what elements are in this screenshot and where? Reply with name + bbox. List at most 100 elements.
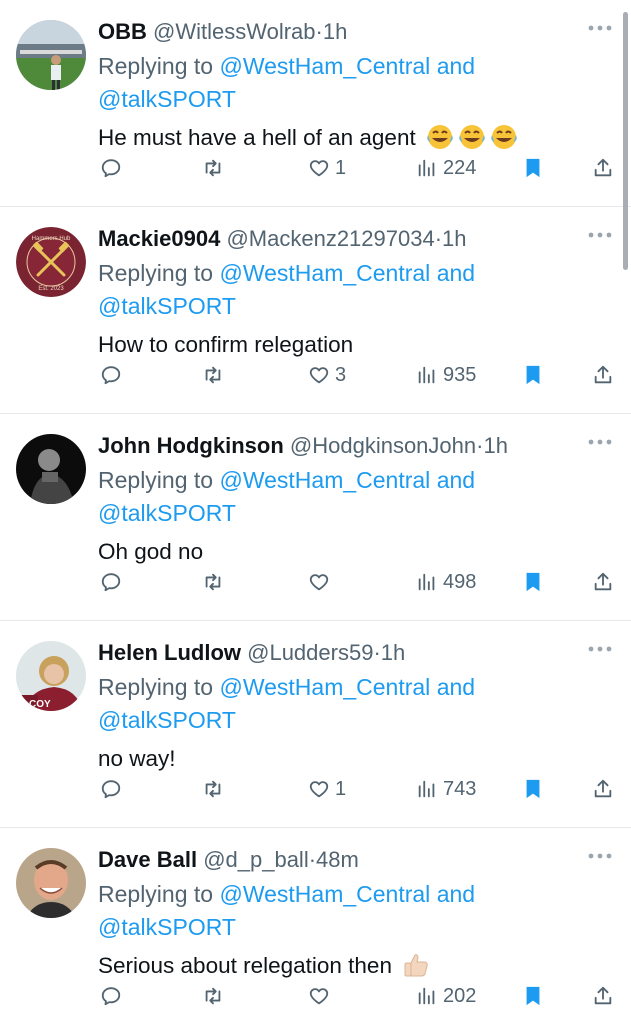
views-button[interactable]: 224 bbox=[416, 153, 476, 183]
and-others-link[interactable]: and bbox=[437, 53, 475, 79]
mention-link[interactable]: @talkSPORT bbox=[98, 293, 236, 319]
mention-link[interactable]: @talkSPORT bbox=[98, 86, 236, 112]
retweet-button[interactable] bbox=[202, 981, 224, 1011]
replying-to-label: Replying to bbox=[98, 260, 214, 286]
reply-button[interactable] bbox=[100, 567, 122, 597]
face-with-tears-of-joy-icon bbox=[490, 124, 518, 150]
share-icon bbox=[594, 779, 612, 798]
avatar[interactable]: COY bbox=[16, 641, 86, 711]
replying-to-label: Replying to bbox=[98, 881, 214, 907]
and-others-link[interactable]: and bbox=[437, 467, 475, 493]
reply-icon bbox=[101, 987, 121, 1006]
separator-dot: · bbox=[434, 226, 443, 251]
timestamp[interactable]: 1h bbox=[442, 226, 466, 251]
avatar[interactable] bbox=[16, 848, 86, 918]
mention-link[interactable]: @talkSPORT bbox=[98, 914, 236, 940]
timestamp[interactable]: 1h bbox=[483, 433, 507, 458]
scrollbar[interactable] bbox=[623, 12, 628, 270]
timestamp[interactable]: 48m bbox=[316, 847, 359, 872]
like-button[interactable]: 3 bbox=[308, 360, 346, 390]
views-button[interactable]: 743 bbox=[416, 774, 476, 804]
mention-link[interactable]: @WestHam_Central bbox=[219, 260, 430, 286]
share-icon bbox=[594, 986, 612, 1005]
share-icon bbox=[594, 572, 612, 591]
bookmark-filled-icon bbox=[526, 365, 540, 385]
like-button[interactable] bbox=[308, 567, 335, 597]
reply-button[interactable] bbox=[100, 360, 122, 390]
reply-tweet[interactable]: OBB @WitlessWolrab·1h Replying to @WestH… bbox=[0, 0, 631, 207]
more-options-icon[interactable] bbox=[587, 643, 613, 655]
avatar[interactable] bbox=[16, 20, 86, 90]
user-handle[interactable]: @HodgkinsonJohn bbox=[290, 433, 476, 458]
like-count: 1 bbox=[335, 156, 347, 179]
mention-link[interactable]: @WestHam_Central bbox=[219, 674, 430, 700]
and-others-link[interactable]: and bbox=[437, 674, 475, 700]
reply-button[interactable] bbox=[100, 774, 122, 804]
user-handle[interactable]: @d_p_ball bbox=[203, 847, 309, 872]
like-button[interactable]: 1 bbox=[308, 774, 346, 804]
face-with-tears-of-joy-icon bbox=[426, 124, 454, 150]
bookmark-button[interactable] bbox=[522, 360, 544, 390]
retweet-button[interactable] bbox=[202, 774, 224, 804]
timestamp[interactable]: 1h bbox=[381, 640, 405, 665]
reply-tweet[interactable]: John Hodgkinson @HodgkinsonJohn·1h Reply… bbox=[0, 414, 631, 621]
user-handle[interactable]: @WitlessWolrab bbox=[153, 19, 316, 44]
like-button[interactable]: 1 bbox=[308, 153, 346, 183]
avatar[interactable]: Hammers Hub Est. 2023 bbox=[16, 227, 86, 297]
bookmark-button[interactable] bbox=[522, 153, 544, 183]
views-button[interactable]: 935 bbox=[416, 360, 476, 390]
mention-link[interactable]: @WestHam_Central bbox=[219, 467, 430, 493]
bookmark-button[interactable] bbox=[522, 981, 544, 1011]
replying-to: Replying to @WestHam_Central and @talkSP… bbox=[98, 50, 611, 116]
and-others-link[interactable]: and bbox=[437, 881, 475, 907]
display-name[interactable]: Dave Ball bbox=[98, 847, 197, 872]
share-button[interactable] bbox=[592, 774, 614, 804]
replying-to-label: Replying to bbox=[98, 674, 214, 700]
mention-link[interactable]: @talkSPORT bbox=[98, 500, 236, 526]
tweet-text-content: He must have a hell of an agent bbox=[98, 125, 416, 150]
reply-tweet[interactable]: COY Helen Ludlow @Ludders59·1h Replying … bbox=[0, 621, 631, 828]
retweet-button[interactable] bbox=[202, 360, 224, 390]
share-button[interactable] bbox=[592, 981, 614, 1011]
bookmark-button[interactable] bbox=[522, 774, 544, 804]
retweet-icon bbox=[205, 573, 221, 591]
reply-tweet[interactable]: Dave Ball @d_p_ball·48m Replying to @Wes… bbox=[0, 828, 631, 1035]
view-count: 224 bbox=[443, 156, 477, 179]
bookmark-button[interactable] bbox=[522, 567, 544, 597]
like-button[interactable] bbox=[308, 981, 335, 1011]
retweet-button[interactable] bbox=[202, 567, 224, 597]
separator-dot: · bbox=[373, 640, 381, 665]
views-button[interactable]: 202 bbox=[416, 981, 476, 1011]
user-handle[interactable]: @Ludders59 bbox=[247, 640, 373, 665]
more-options-icon[interactable] bbox=[587, 436, 613, 448]
more-options-icon[interactable] bbox=[587, 850, 613, 862]
avatar[interactable] bbox=[16, 434, 86, 504]
reply-icon bbox=[101, 780, 121, 799]
and-others-link[interactable]: and bbox=[437, 260, 475, 286]
action-bar: 498 bbox=[98, 567, 615, 597]
user-handle[interactable]: @Mackenz21297034 bbox=[226, 226, 434, 251]
reply-button[interactable] bbox=[100, 981, 122, 1011]
reply-tweet[interactable]: Hammers Hub Est. 2023 Mackie0904 @Macken… bbox=[0, 207, 631, 414]
display-name[interactable]: Helen Ludlow bbox=[98, 640, 241, 665]
separator-dot: · bbox=[315, 19, 323, 44]
mention-link[interactable]: @WestHam_Central bbox=[219, 881, 430, 907]
mention-link[interactable]: @talkSPORT bbox=[98, 707, 236, 733]
share-button[interactable] bbox=[592, 567, 614, 597]
share-button[interactable] bbox=[592, 153, 614, 183]
heart-icon bbox=[309, 367, 329, 384]
views-button[interactable]: 498 bbox=[416, 567, 476, 597]
more-options-icon[interactable] bbox=[587, 22, 613, 34]
separator-dot: · bbox=[308, 847, 317, 872]
more-options-icon[interactable] bbox=[587, 229, 613, 241]
display-name[interactable]: OBB bbox=[98, 19, 147, 44]
reply-button[interactable] bbox=[100, 153, 122, 183]
display-name[interactable]: Mackie0904 bbox=[98, 226, 220, 251]
retweet-button[interactable] bbox=[202, 153, 224, 183]
share-button[interactable] bbox=[592, 360, 614, 390]
timestamp[interactable]: 1h bbox=[323, 19, 347, 44]
display-name[interactable]: John Hodgkinson bbox=[98, 433, 284, 458]
replying-to: Replying to @WestHam_Central and @talkSP… bbox=[98, 257, 611, 323]
mention-link[interactable]: @WestHam_Central bbox=[219, 53, 430, 79]
replying-to-label: Replying to bbox=[98, 467, 214, 493]
